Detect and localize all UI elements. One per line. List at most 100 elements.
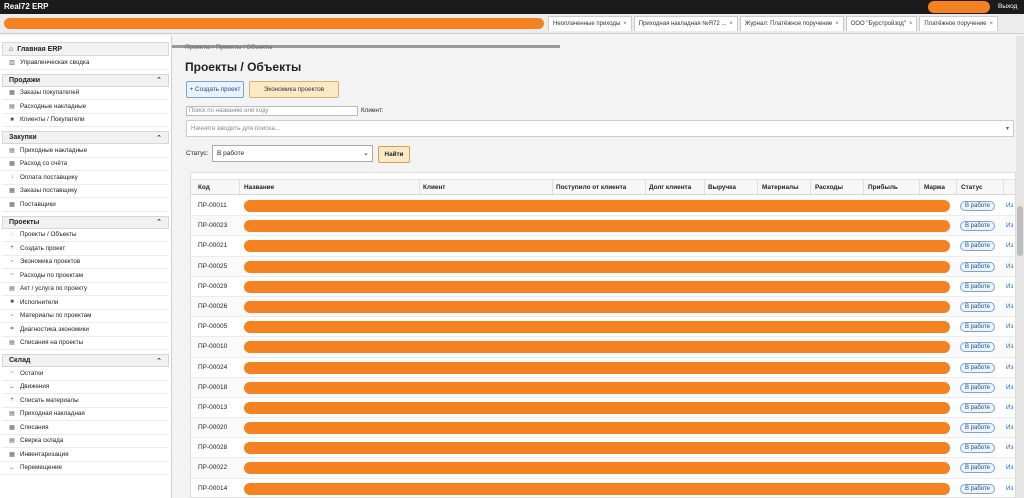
project-code[interactable]: ПР-00025 bbox=[198, 263, 227, 270]
sidebar-item[interactable]: + Списать материалы bbox=[2, 394, 169, 408]
table-row[interactable]: ПР-00010 В работе Из bbox=[191, 337, 1015, 358]
project-code[interactable]: ПР-00018 bbox=[198, 384, 227, 391]
sidebar-item[interactable]: ▤ Приходная накладная bbox=[2, 408, 169, 421]
row-action-link[interactable]: Из bbox=[1006, 283, 1013, 290]
column-header[interactable]: Расходы bbox=[815, 184, 843, 191]
project-code[interactable]: ПР-00022 bbox=[198, 464, 227, 471]
find-button[interactable]: Найти bbox=[378, 146, 410, 163]
tab-3[interactable]: ООО "Бурстройзод" × bbox=[845, 16, 918, 31]
row-action-link[interactable]: Из bbox=[1006, 364, 1013, 371]
sidebar-item[interactable]: ↓ Оплата поставщику bbox=[2, 171, 169, 185]
column-header[interactable]: Код bbox=[198, 184, 210, 191]
row-action-link[interactable]: Из bbox=[1006, 485, 1013, 492]
client-select[interactable]: Начните вводить для поиска... ▾ bbox=[186, 120, 1014, 137]
project-code[interactable]: ПР-00026 bbox=[198, 303, 227, 310]
column-header[interactable]: Долг клиента bbox=[649, 184, 691, 191]
project-code[interactable]: ПР-00013 bbox=[198, 404, 227, 411]
row-action-link[interactable]: Из bbox=[1006, 343, 1013, 350]
column-header[interactable]: Поступило от клиента bbox=[556, 184, 626, 191]
sidebar-item[interactable]: + Создать проект bbox=[2, 242, 169, 256]
app-brand[interactable]: Real72 ERP bbox=[4, 2, 48, 11]
user-menu[interactable] bbox=[928, 1, 990, 13]
sidebar-item[interactable]: ▦ Поставщики bbox=[2, 198, 169, 212]
close-icon[interactable]: × bbox=[623, 21, 627, 27]
sidebar-item[interactable]: ▦ Расход со счёта bbox=[2, 158, 169, 171]
sidebar-home[interactable]: ⌂ Главная ERP bbox=[2, 42, 169, 56]
search-input[interactable]: Поиск по названию или коду bbox=[186, 106, 358, 116]
sidebar-item[interactable]: ~ Остатки bbox=[2, 367, 169, 381]
column-header[interactable]: Прибыль bbox=[868, 184, 898, 191]
table-row[interactable]: ПР-00022 В работе Из bbox=[191, 458, 1015, 479]
row-action-link[interactable]: Из bbox=[1006, 464, 1013, 471]
tab-0[interactable]: Неоплаченные приходы × bbox=[548, 16, 632, 31]
sidebar-item[interactable]: ⌗ Диагностика экономики bbox=[2, 323, 169, 337]
sidebar-item[interactable]: ■ Исполнители bbox=[2, 296, 169, 310]
table-row[interactable]: ПР-00018 В работе Из bbox=[191, 377, 1015, 398]
table-row[interactable]: ПР-00023 В работе Из bbox=[191, 216, 1015, 237]
sidebar-item-summary[interactable]: ▥ Управленческая сводка bbox=[2, 56, 169, 70]
table-row[interactable]: ПР-00021 В работе Из bbox=[191, 236, 1015, 257]
project-code[interactable]: ПР-00023 bbox=[198, 222, 227, 229]
table-row[interactable]: ПР-00020 В работе Из bbox=[191, 418, 1015, 439]
sidebar-item[interactable]: ▤ Расходные накладные bbox=[2, 100, 169, 114]
sidebar-item[interactable]: ◌ Проекты / Объекты bbox=[2, 229, 169, 242]
row-action-link[interactable]: Из bbox=[1006, 323, 1013, 330]
row-action-link[interactable]: Из bbox=[1006, 222, 1013, 229]
table-row[interactable]: ПР-00028 В работе Из bbox=[191, 438, 1015, 459]
tab-redacted[interactable] bbox=[4, 18, 544, 29]
project-code[interactable]: ПР-00020 bbox=[198, 424, 227, 431]
row-action-link[interactable]: Из bbox=[1006, 202, 1013, 209]
row-action-link[interactable]: Из bbox=[1006, 424, 1013, 431]
tab-1[interactable]: Приходная накладная №Я72 ... × bbox=[633, 16, 738, 31]
close-icon[interactable]: × bbox=[729, 21, 733, 27]
column-header[interactable]: Выручка bbox=[708, 184, 736, 191]
page-scrollbar[interactable] bbox=[1016, 36, 1024, 498]
sidebar-item[interactable]: ■ Клиенты / Покупатели bbox=[2, 114, 169, 127]
sidebar-section-2[interactable]: Проекты ⌃ bbox=[2, 215, 169, 229]
project-economy-button[interactable]: Экономика проектов bbox=[249, 81, 339, 98]
sidebar-item[interactable]: ▦ Заказы покупателей bbox=[2, 87, 169, 100]
create-project-button[interactable]: + Создать проект bbox=[186, 81, 244, 98]
column-header[interactable]: Клиент bbox=[423, 184, 445, 191]
sidebar-item[interactable]: ▤ Сверка склада bbox=[2, 435, 169, 448]
column-header[interactable]: Статус bbox=[961, 184, 983, 191]
column-header[interactable]: Маржа bbox=[924, 184, 945, 191]
table-row[interactable]: ПР-00005 В работе Из bbox=[191, 317, 1015, 338]
close-icon[interactable]: × bbox=[909, 21, 913, 27]
sidebar-item[interactable]: ▤ Акт / услуга по проекту bbox=[2, 283, 169, 296]
project-code[interactable]: ПР-00010 bbox=[198, 343, 227, 350]
row-action-link[interactable]: Из bbox=[1006, 263, 1013, 270]
tab-4[interactable]: Платёжное поручение × bbox=[919, 16, 999, 31]
sidebar-section-0[interactable]: Продажи ⌃ bbox=[2, 73, 169, 87]
scroll-thumb[interactable] bbox=[1017, 206, 1023, 256]
table-row[interactable]: ПР-00013 В работе Из bbox=[191, 398, 1015, 419]
close-icon[interactable]: × bbox=[990, 21, 994, 27]
project-code[interactable]: ПР-00005 bbox=[198, 323, 227, 330]
sidebar-section-3[interactable]: Склад ⌃ bbox=[2, 354, 169, 367]
logout-link[interactable]: Выход bbox=[998, 3, 1017, 10]
sidebar-item[interactable]: ↔ Перемещение bbox=[2, 462, 169, 475]
row-action-link[interactable]: Из bbox=[1006, 384, 1013, 391]
table-row[interactable]: ПР-00026 В работе Из bbox=[191, 296, 1015, 318]
sidebar-item[interactable]: ~ Материалы по проектам bbox=[2, 310, 169, 323]
sidebar-item[interactable]: ~ Экономика проектов bbox=[2, 256, 169, 269]
close-icon[interactable]: × bbox=[835, 21, 839, 27]
project-code[interactable]: ПР-00024 bbox=[198, 364, 227, 371]
sidebar-section-1[interactable]: Закупки ⌃ bbox=[2, 131, 169, 144]
project-code[interactable]: ПР-00011 bbox=[198, 202, 227, 209]
tab-2[interactable]: Журнал: Платёжное поручение × bbox=[739, 16, 844, 31]
sidebar-item[interactable]: ▦ Инвентаризация bbox=[2, 448, 169, 462]
table-row[interactable]: ПР-00011 В работе Из bbox=[191, 196, 1015, 217]
row-action-link[interactable]: Из bbox=[1006, 444, 1013, 451]
breadcrumb[interactable]: Проекты › Проекты / Объекты bbox=[185, 44, 272, 51]
table-row[interactable]: ПР-00024 В работе Из bbox=[191, 358, 1015, 378]
table-row[interactable]: ПР-00014 В работе Из bbox=[191, 479, 1015, 497]
sidebar-item[interactable]: ▤ Списания на проекты bbox=[2, 337, 169, 350]
status-select[interactable]: В работе ⌄ bbox=[212, 145, 373, 162]
project-code[interactable]: ПР-00028 bbox=[198, 444, 227, 451]
row-action-link[interactable]: Из bbox=[1006, 303, 1013, 310]
sidebar-item[interactable]: ▦ Заказы поставщику bbox=[2, 185, 169, 198]
sidebar-item[interactable]: ▤ Приходные накладные bbox=[2, 144, 169, 158]
column-header[interactable]: Материалы bbox=[762, 184, 799, 191]
project-code[interactable]: ПР-00029 bbox=[198, 283, 227, 290]
